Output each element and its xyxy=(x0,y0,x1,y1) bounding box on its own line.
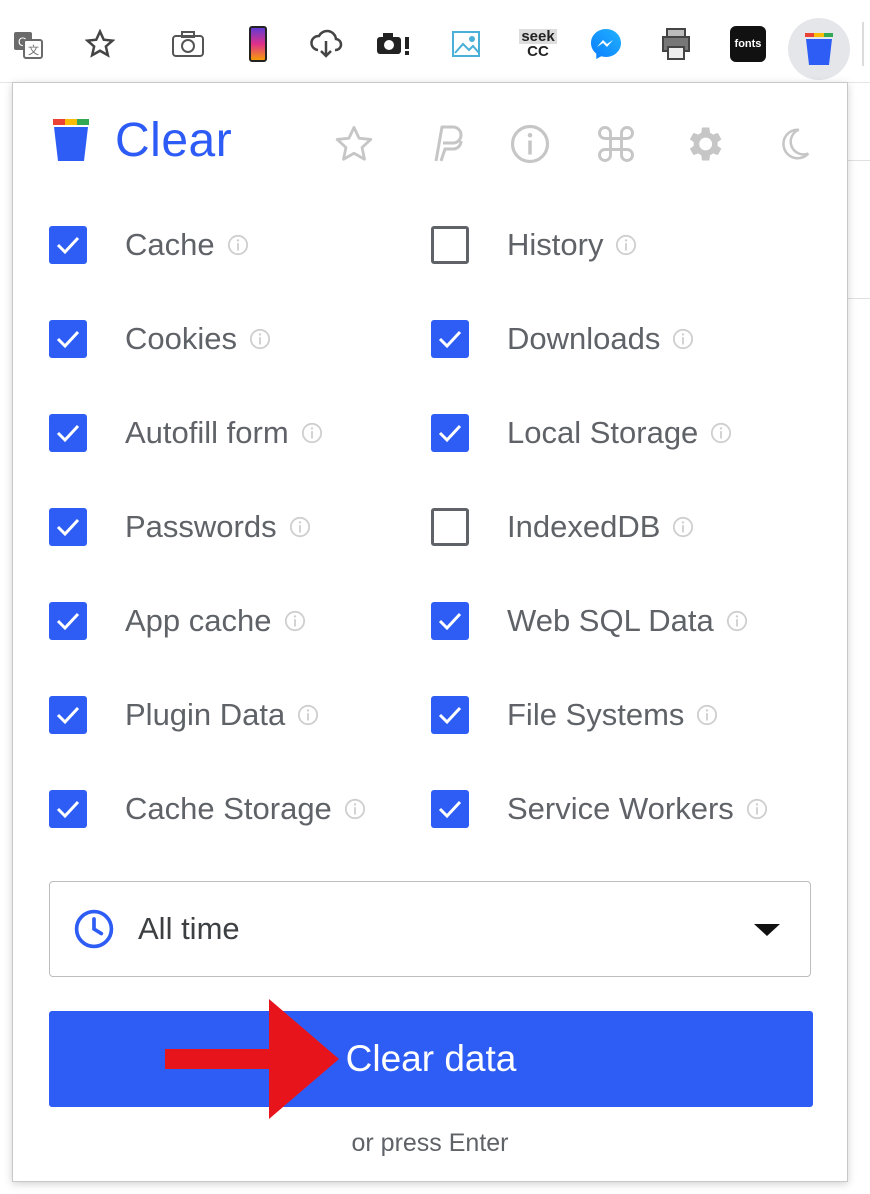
checkbox-checked[interactable] xyxy=(49,508,87,546)
red-arrow-annotation xyxy=(165,999,339,1119)
time-range-value: All time xyxy=(138,911,240,946)
option-label: History xyxy=(507,227,604,262)
option-web-sql-data[interactable]: Web SQL Data xyxy=(431,597,748,645)
checkbox-checked[interactable] xyxy=(49,790,87,828)
paypal-icon[interactable] xyxy=(423,121,469,167)
gear-icon[interactable] xyxy=(681,121,727,167)
info-small-icon[interactable] xyxy=(672,516,694,538)
option-downloads[interactable]: Downloads xyxy=(431,315,694,363)
option-history[interactable]: History xyxy=(431,221,637,269)
cc-text: CC xyxy=(527,43,549,60)
clear-data-label: Clear data xyxy=(345,1038,517,1079)
option-label: Downloads xyxy=(507,321,661,356)
page-background-line xyxy=(846,298,870,299)
translate-icon[interactable]: G文 xyxy=(8,24,48,64)
press-enter-hint: or press Enter xyxy=(351,1129,509,1157)
option-label: Service Workers xyxy=(507,791,734,826)
option-label: Passwords xyxy=(125,509,277,544)
page-background-line xyxy=(846,160,870,161)
popup-header: Clear xyxy=(13,83,847,203)
seek-cc-icon[interactable]: seek CC xyxy=(518,24,558,64)
info-small-icon[interactable] xyxy=(297,704,319,726)
time-range-select[interactable]: All time xyxy=(49,881,811,977)
option-label: Autofill form xyxy=(125,415,289,450)
info-small-icon[interactable] xyxy=(249,328,271,350)
option-label: File Systems xyxy=(507,697,685,732)
star-icon[interactable] xyxy=(331,121,377,167)
info-small-icon[interactable] xyxy=(710,422,732,444)
option-label: Cache xyxy=(125,227,215,262)
info-small-icon[interactable] xyxy=(672,328,694,350)
image-icon[interactable] xyxy=(446,24,486,64)
option-indexeddb[interactable]: IndexedDB xyxy=(431,503,694,551)
option-label: Plugin Data xyxy=(125,697,286,732)
checkbox-checked[interactable] xyxy=(431,414,469,452)
bookmark-star-icon[interactable] xyxy=(80,24,120,64)
camera-icon[interactable] xyxy=(168,24,208,64)
fonts-icon[interactable]: fonts xyxy=(728,24,768,64)
printer-icon[interactable] xyxy=(656,24,696,64)
option-passwords[interactable]: Passwords xyxy=(49,503,311,551)
info-small-icon[interactable] xyxy=(344,798,366,820)
option-label: Cache Storage xyxy=(125,791,332,826)
info-small-icon[interactable] xyxy=(726,610,748,632)
info-small-icon[interactable] xyxy=(289,516,311,538)
svg-text:文: 文 xyxy=(28,43,39,57)
clear-popup: Clear Cache Cookies Autofill form Passwo… xyxy=(12,82,848,1182)
info-icon[interactable] xyxy=(507,121,553,167)
option-label: Web SQL Data xyxy=(507,603,714,638)
fonts-text: fonts xyxy=(734,38,762,50)
checkbox-checked[interactable] xyxy=(49,414,87,452)
checkbox-checked[interactable] xyxy=(49,602,87,640)
clear-extension-icon[interactable] xyxy=(788,18,850,80)
option-file-systems[interactable]: File Systems xyxy=(431,691,718,739)
clear-logo-icon xyxy=(51,117,91,168)
checkbox-checked[interactable] xyxy=(431,602,469,640)
phone-icon[interactable] xyxy=(238,24,278,64)
option-autofill-form[interactable]: Autofill form xyxy=(49,409,323,457)
popup-title: Clear xyxy=(115,114,233,167)
info-small-icon[interactable] xyxy=(301,422,323,444)
checkbox-checked[interactable] xyxy=(49,320,87,358)
option-service-workers[interactable]: Service Workers xyxy=(431,785,768,833)
checkbox-checked[interactable] xyxy=(49,696,87,734)
info-small-icon[interactable] xyxy=(615,234,637,256)
moon-icon[interactable] xyxy=(771,121,817,167)
option-label: App cache xyxy=(125,603,272,638)
cloud-download-icon[interactable] xyxy=(306,24,346,64)
chevron-down-icon xyxy=(754,924,780,936)
option-label: Local Storage xyxy=(507,415,699,450)
checkbox-checked[interactable] xyxy=(431,320,469,358)
option-label: IndexedDB xyxy=(507,509,661,544)
browser-toolbar: G文 seek CC fonts xyxy=(0,0,870,83)
option-cookies[interactable]: Cookies xyxy=(49,315,271,363)
checkbox-unchecked[interactable] xyxy=(431,226,469,264)
info-small-icon[interactable] xyxy=(284,610,306,632)
checkbox-checked[interactable] xyxy=(431,790,469,828)
checkbox-unchecked[interactable] xyxy=(431,508,469,546)
option-app-cache[interactable]: App cache xyxy=(49,597,306,645)
info-small-icon[interactable] xyxy=(227,234,249,256)
option-label: Cookies xyxy=(125,321,237,356)
option-plugin-data[interactable]: Plugin Data xyxy=(49,691,319,739)
messenger-icon[interactable] xyxy=(586,24,626,64)
option-local-storage[interactable]: Local Storage xyxy=(431,409,732,457)
camera-extension-icon[interactable] xyxy=(374,24,414,64)
toolbar-divider xyxy=(862,22,864,66)
checkbox-checked[interactable] xyxy=(49,226,87,264)
option-cache[interactable]: Cache xyxy=(49,221,249,269)
command-icon[interactable] xyxy=(593,121,639,167)
clock-icon xyxy=(74,909,114,949)
option-cache-storage[interactable]: Cache Storage xyxy=(49,785,366,833)
seek-text: seek xyxy=(519,28,557,45)
checkbox-checked[interactable] xyxy=(431,696,469,734)
info-small-icon[interactable] xyxy=(746,798,768,820)
info-small-icon[interactable] xyxy=(696,704,718,726)
